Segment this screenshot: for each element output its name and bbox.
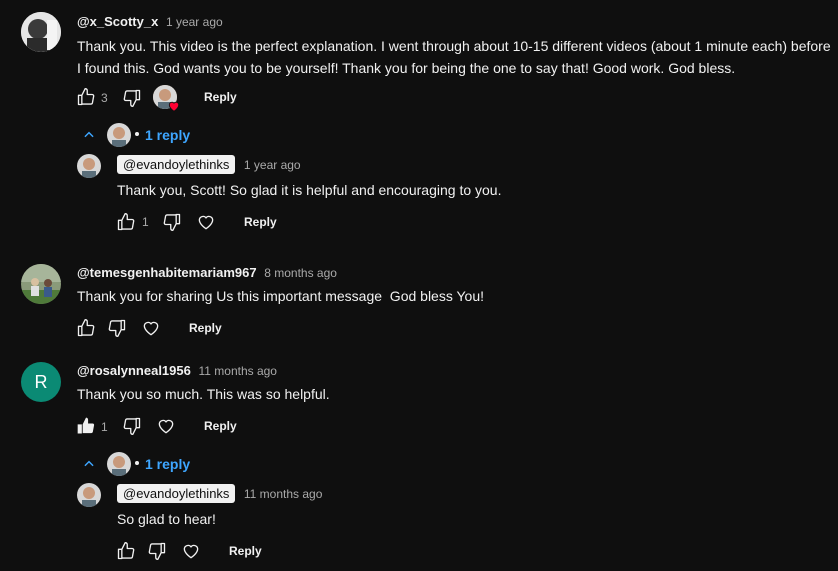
dot-separator (135, 132, 139, 136)
dislike-button[interactable] (122, 416, 142, 436)
comment-time[interactable]: 11 months ago (198, 364, 277, 378)
comment-time[interactable]: 11 months ago (244, 487, 323, 501)
replies-count[interactable]: 1 reply (145, 127, 190, 143)
creator-avatar (107, 123, 131, 147)
reply-button[interactable]: Reply (229, 544, 262, 558)
like-button[interactable] (76, 416, 96, 436)
heart-icon (158, 419, 174, 434)
dislike-button[interactable] (162, 212, 182, 232)
chevron-up-icon (84, 460, 94, 467)
avatar-letter: R (34, 371, 48, 392)
thumbs-up-icon (117, 213, 135, 231)
like-count: 3 (101, 91, 108, 105)
comment-author[interactable]: @rosalynneal1956 (77, 363, 191, 378)
heart-icon (168, 101, 180, 112)
thumbs-down-icon (108, 319, 126, 337)
replies-toggle[interactable]: 1 reply (82, 122, 202, 148)
thumbs-up-icon (117, 542, 135, 560)
comment-text: So glad to hear! (117, 511, 216, 527)
creator-heart (153, 85, 181, 113)
comment-time[interactable]: 8 months ago (264, 266, 337, 280)
thumbs-down-icon (163, 213, 181, 231)
reply-button[interactable]: Reply (204, 419, 237, 433)
reply-button[interactable]: Reply (244, 215, 277, 229)
avatar[interactable]: R (21, 362, 61, 402)
thumbs-down-icon (148, 542, 166, 560)
like-count: 1 (101, 420, 108, 434)
comment-text: Thank you so much. This was so helpful. (77, 386, 330, 402)
thumbs-up-filled-icon (77, 417, 95, 434)
heart-icon (198, 215, 214, 230)
like-button[interactable] (76, 87, 96, 107)
dislike-button[interactable] (107, 318, 127, 338)
creator-handle-chip[interactable]: @evandoylethinks (117, 155, 236, 174)
heart-button[interactable] (196, 212, 216, 232)
comment-time[interactable]: 1 year ago (244, 158, 301, 172)
reply-button[interactable]: Reply (189, 321, 222, 335)
thumbs-up-icon (77, 319, 95, 337)
like-count: 1 (142, 215, 149, 229)
comment-author[interactable]: @temesgenhabitemariam967 (77, 265, 257, 280)
reply-button[interactable]: Reply (204, 90, 237, 104)
heart-button[interactable] (141, 318, 161, 338)
heart-icon (143, 321, 159, 336)
dot-separator (135, 461, 139, 465)
comment-text: Thank you. This video is the perfect exp… (77, 38, 831, 76)
creator-avatar (107, 452, 131, 476)
comment-text: Thank you for sharing Us this important … (77, 288, 484, 304)
avatar[interactable] (77, 154, 101, 178)
heart-button[interactable] (156, 416, 176, 436)
creator-handle-chip[interactable]: @evandoylethinks (117, 484, 236, 503)
like-button[interactable] (76, 318, 96, 338)
avatar[interactable] (77, 483, 101, 507)
like-button[interactable] (116, 212, 136, 232)
comment-text: Thank you, Scott! So glad it is helpful … (117, 182, 502, 198)
heart-icon (183, 544, 199, 559)
replies-toggle[interactable]: 1 reply (82, 451, 202, 477)
replies-count[interactable]: 1 reply (145, 456, 190, 472)
dislike-button[interactable] (147, 541, 167, 561)
avatar[interactable] (21, 12, 61, 52)
comment-author[interactable]: @x_Scotty_x (77, 14, 158, 29)
dislike-button[interactable] (122, 88, 142, 108)
heart-button[interactable] (181, 541, 201, 561)
like-button[interactable] (116, 541, 136, 561)
comment-time[interactable]: 1 year ago (166, 15, 223, 29)
thumbs-up-icon (77, 88, 95, 106)
chevron-up-icon (84, 131, 94, 138)
thumbs-down-icon (123, 89, 141, 108)
avatar[interactable] (21, 264, 61, 304)
thumbs-down-icon (123, 417, 141, 435)
